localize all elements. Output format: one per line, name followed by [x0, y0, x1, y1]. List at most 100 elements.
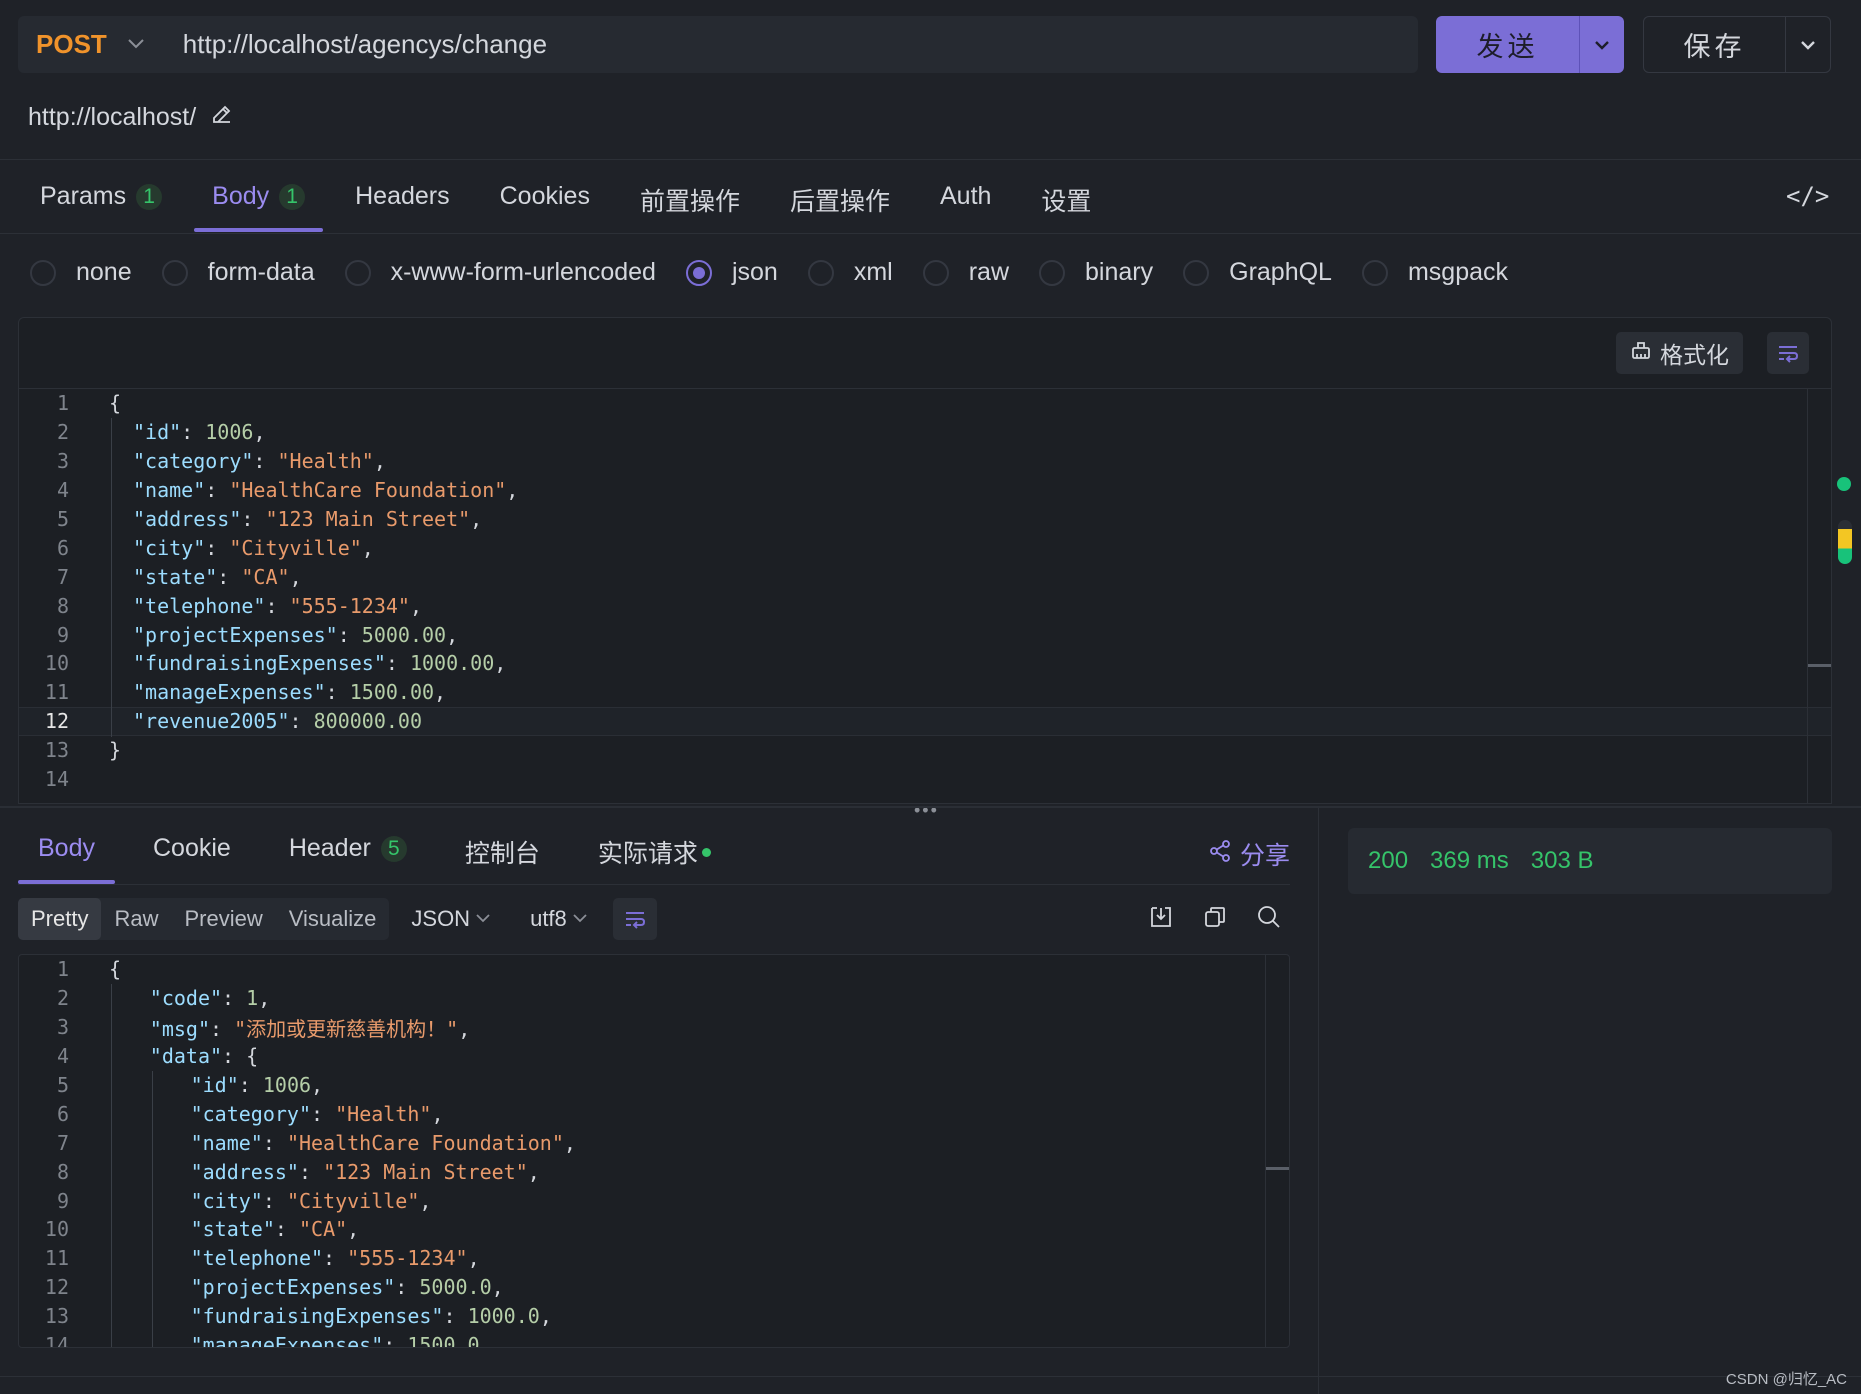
code-line: 1{: [19, 389, 1831, 418]
code-text: "id": 1006,: [190, 1073, 324, 1097]
code-line: 10 "fundraisingExpenses": 1000.00,: [19, 649, 1831, 678]
share-icon: [1208, 839, 1232, 870]
body-type-msgpack[interactable]: msgpack: [1361, 258, 1508, 287]
code-text: "fundraisingExpenses": 1000.00,: [133, 651, 507, 676]
tab-headers[interactable]: Headers: [337, 160, 468, 234]
body-type-form-data[interactable]: form-data: [161, 258, 315, 287]
scroll-thumb[interactable]: [1808, 664, 1831, 667]
response-tab-console[interactable]: 控制台: [445, 822, 560, 884]
body-type-xml[interactable]: xml: [807, 258, 893, 287]
search-icon[interactable]: [1256, 904, 1282, 935]
tab-body[interactable]: Body 1: [194, 160, 324, 234]
radio-icon[interactable]: [1361, 259, 1388, 286]
share-button[interactable]: 分享: [1208, 836, 1290, 872]
view-raw[interactable]: Raw: [101, 898, 171, 940]
send-button-label[interactable]: 发送: [1436, 16, 1579, 73]
code-text: "fundraisingExpenses": 1000.0,: [190, 1304, 552, 1329]
divider: [0, 806, 1861, 808]
url-input[interactable]: [182, 29, 1333, 60]
radio-icon[interactable]: [30, 259, 56, 286]
tab-pre-request[interactable]: 前置操作: [622, 160, 758, 234]
code-text: "msg": "添加或更新慈善机构！",: [149, 1016, 471, 1041]
code-text: {: [109, 391, 122, 416]
body-type-none[interactable]: none: [30, 258, 132, 287]
response-tab-body[interactable]: Body: [18, 822, 115, 884]
code-text: "revenue2005": 800000.00: [133, 709, 423, 734]
radio-icon[interactable]: [1183, 259, 1210, 286]
save-options-chevron-icon[interactable]: [1785, 17, 1830, 72]
copy-icon[interactable]: [1202, 904, 1228, 935]
word-wrap-icon[interactable]: [1767, 332, 1809, 374]
radio-icon[interactable]: [161, 259, 188, 286]
edit-icon[interactable]: [210, 102, 234, 133]
tab-auth[interactable]: Auth: [922, 160, 1009, 234]
panel-resize-handle[interactable]: •••: [914, 800, 939, 821]
body-type-raw[interactable]: raw: [922, 258, 1010, 287]
scroll-thumb[interactable]: [1266, 1167, 1289, 1170]
editor-scrollbar[interactable]: [1807, 389, 1831, 803]
code-line: 10 "state": "CA",: [19, 1215, 1289, 1244]
response-tab-header[interactable]: Header 5: [269, 822, 427, 884]
radio-icon[interactable]: [344, 259, 371, 286]
body-type-graphql[interactable]: GraphQL: [1183, 258, 1332, 287]
line-number: 6: [56, 1101, 69, 1126]
view-mode-switch: Pretty Raw Preview Visualize: [18, 898, 390, 940]
line-number: 12: [44, 709, 69, 734]
line-number: 2: [56, 986, 69, 1011]
view-pretty[interactable]: Pretty: [18, 898, 102, 940]
line-number: 6: [56, 535, 69, 560]
encoding-select[interactable]: utf8: [530, 906, 587, 932]
code-line: 12 "projectExpenses": 5000.0,: [19, 1273, 1289, 1302]
tab-settings[interactable]: 设置: [1023, 160, 1109, 234]
code-text: "data": {: [149, 1044, 259, 1069]
code-text: "projectExpenses": 5000.0,: [190, 1275, 504, 1300]
body-type-x-www-form-urlencoded[interactable]: x-www-form-urlencoded: [344, 258, 656, 287]
method-select[interactable]: POST: [36, 29, 107, 60]
code-text: "city": "Cityville",: [190, 1188, 432, 1213]
format-button[interactable]: 格式化: [1616, 332, 1743, 374]
radio-icon[interactable]: [922, 259, 949, 286]
save-button[interactable]: 保存: [1643, 16, 1831, 73]
scroll-minimap-indicator[interactable]: [1838, 520, 1852, 564]
tab-cookies[interactable]: Cookies: [482, 160, 608, 234]
chevron-down-icon: [573, 910, 587, 928]
response-body-viewer[interactable]: 1{2 "code": 1, 3 "msg": "添加或更新慈善机构！", 4 "data…: [18, 954, 1290, 1348]
line-number: 2: [56, 420, 69, 445]
response-tab-cookie[interactable]: Cookie: [133, 822, 251, 884]
line-number: 5: [56, 507, 69, 531]
send-options-chevron-icon[interactable]: [1579, 16, 1624, 73]
radio-icon[interactable]: [1039, 259, 1066, 286]
chevron-down-icon[interactable]: [127, 33, 145, 56]
save-button-label[interactable]: 保存: [1644, 17, 1785, 72]
code-text: "name": "HealthCare Foundation",: [133, 478, 519, 503]
code-text: "manageExpenses": 1500.0: [190, 1333, 480, 1348]
code-text: "name": "HealthCare Foundation",: [190, 1130, 576, 1155]
radio-icon[interactable]: [685, 259, 712, 286]
word-wrap-icon[interactable]: [612, 898, 657, 940]
format-select[interactable]: JSON: [411, 906, 490, 932]
download-icon[interactable]: [1148, 904, 1174, 935]
body-type-label: raw: [968, 258, 1010, 286]
response-tab-actual-request[interactable]: 实际请求: [578, 822, 731, 884]
response-scrollbar[interactable]: [1265, 955, 1289, 1347]
code-line: 13}: [19, 736, 1831, 765]
code-line: 11 "manageExpenses": 1500.00,: [19, 678, 1831, 707]
code-view-icon[interactable]: </>: [1786, 182, 1829, 210]
tab-post-request[interactable]: 后置操作: [772, 160, 908, 234]
send-button[interactable]: 发送: [1436, 16, 1624, 73]
view-preview[interactable]: Preview: [171, 898, 275, 940]
body-type-radios: none form-data x-www-form-urlencoded json xm…: [30, 258, 1538, 287]
view-visualize[interactable]: Visualize: [276, 898, 390, 940]
line-number: 7: [56, 1130, 69, 1155]
radio-icon[interactable]: [807, 259, 834, 286]
code-line: 4 "data": {: [19, 1042, 1289, 1071]
body-type-json[interactable]: json: [685, 258, 778, 287]
tab-params[interactable]: Params 1: [22, 160, 180, 234]
base-url-text: http://localhost/: [28, 103, 197, 131]
request-body-editor[interactable]: 格式化 1{2 "id": 1006, 3 "category": "Health",…: [18, 317, 1832, 804]
body-type-binary[interactable]: binary: [1039, 258, 1153, 287]
code-line: 14 "manageExpenses": 1500.0: [19, 1331, 1289, 1348]
line-number: 1: [56, 957, 69, 982]
line-number: 14: [44, 1333, 69, 1348]
request-code[interactable]: 1{2 "id": 1006, 3 "category": "Health", 4 "na…: [19, 389, 1831, 793]
